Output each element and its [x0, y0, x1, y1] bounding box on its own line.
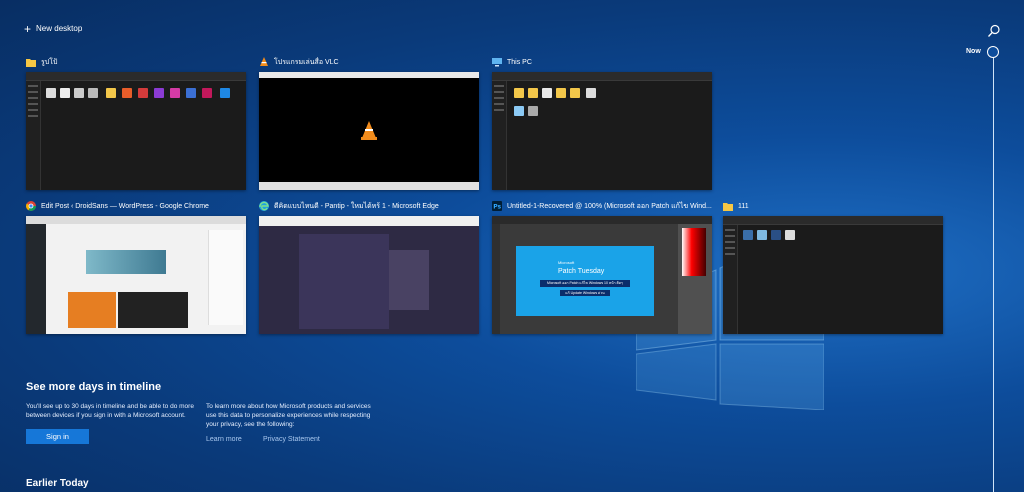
new-desktop-button[interactable]: + New desktop [24, 21, 83, 36]
search-icon[interactable] [987, 24, 1001, 38]
task-card-title: รูปโป้ [41, 58, 58, 66]
svg-text:Ps: Ps [493, 204, 501, 211]
task-card-title: โปรแกรมเล่นสื่อ VLC [274, 58, 339, 66]
timeline-handle[interactable] [987, 46, 999, 58]
privacy-statement-link[interactable]: Privacy Statement [263, 436, 320, 443]
timeline-track[interactable] [993, 55, 994, 492]
new-desktop-label: New desktop [36, 24, 83, 33]
window-thumbnail [259, 216, 479, 334]
task-card-chrome[interactable]: Edit Post ‹ DroidSans — WordPress - Goog… [26, 199, 246, 334]
folder-icon [26, 57, 36, 67]
window-thumbnail [26, 216, 246, 334]
timeline-now-label: Now [966, 48, 981, 55]
privacy-info-text: To learn more about how Microsoft produc… [206, 403, 371, 428]
sign-in-button[interactable]: Sign in [26, 429, 89, 444]
window-thumbnail [259, 72, 479, 190]
chrome-icon [26, 201, 36, 211]
task-card-title: ดีคิดแบบไหนดี - Pantip - ใหมได้หร้ 1 - M… [274, 202, 439, 210]
photoshop-icon: Ps [492, 201, 502, 211]
task-card-edge[interactable]: ดีคิดแบบไหนดี - Pantip - ใหมได้หร้ 1 - M… [259, 199, 479, 334]
folder-icon [723, 201, 733, 211]
task-card-vlc[interactable]: โปรแกรมเล่นสื่อ VLC [259, 55, 479, 190]
banner-text-line1: Microsoft [558, 260, 575, 265]
task-card-title: Edit Post ‹ DroidSans — WordPress - Goog… [41, 202, 209, 210]
learn-more-link[interactable]: Learn more [206, 436, 242, 443]
vlc-icon [259, 57, 269, 67]
task-card-photoshop[interactable]: Ps Untitled-1-Recovered @ 100% (Microsof… [492, 199, 712, 334]
window-thumbnail [723, 216, 943, 334]
task-card-title: This PC [507, 58, 532, 66]
banner-bar-2: แก้ Update Windows ด่วน [560, 290, 610, 296]
edge-icon [259, 201, 269, 211]
window-thumbnail [492, 72, 712, 190]
timeline-promo-title: See more days in timeline [26, 381, 162, 393]
task-card-title: Untitled-1-Recovered @ 100% (Microsoft อ… [507, 202, 712, 210]
task-card-this-pc[interactable]: This PC [492, 55, 712, 190]
plus-icon: + [24, 21, 32, 36]
vlc-cone-icon [361, 121, 377, 140]
timeline-promo-text: You'll see up to 30 days in timeline and… [26, 403, 194, 419]
computer-icon [492, 57, 502, 67]
banner-bar-1: Microsoft ออก Patch แก้ไข Windows 10 หน้… [540, 280, 630, 287]
earlier-today-heading: Earlier Today [26, 478, 89, 489]
task-card-folder-photos[interactable]: รูปโป้ [26, 55, 246, 190]
task-card-title: 111 [738, 202, 749, 210]
window-thumbnail: Microsoft Patch Tuesday Microsoft ออก Pa… [492, 216, 712, 334]
task-card-folder-111[interactable]: 111 [723, 199, 943, 334]
banner-text-line2: Patch Tuesday [558, 268, 605, 275]
window-thumbnail [26, 72, 246, 190]
